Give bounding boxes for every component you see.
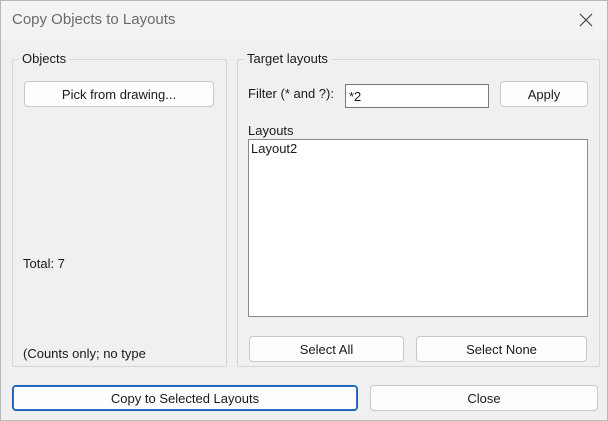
filter-input[interactable] xyxy=(345,84,489,108)
title-bar: Copy Objects to Layouts xyxy=(1,1,607,39)
select-none-button[interactable]: Select None xyxy=(416,336,587,362)
total-count-text: Total: 7 xyxy=(23,256,65,271)
filter-label: Filter (* and ?): xyxy=(248,86,334,101)
close-icon xyxy=(579,13,593,27)
counts-note-text: (Counts only; no type xyxy=(23,346,146,361)
apply-button[interactable]: Apply xyxy=(500,81,588,107)
pick-from-drawing-button[interactable]: Pick from drawing... xyxy=(24,81,214,107)
target-layouts-group-label: Target layouts xyxy=(244,51,331,67)
close-window-button[interactable] xyxy=(571,5,601,35)
dialog-window: Copy Objects to Layouts Objects Pick fro… xyxy=(0,0,608,421)
target-layouts-group: Target layouts Filter (* and ?): Apply L… xyxy=(237,51,600,367)
select-all-button[interactable]: Select All xyxy=(249,336,404,362)
layouts-listbox[interactable]: Layout2 xyxy=(248,139,588,317)
close-button[interactable]: Close xyxy=(370,385,598,411)
objects-group-label: Objects xyxy=(19,51,70,67)
copy-to-selected-layouts-button[interactable]: Copy to Selected Layouts xyxy=(12,385,358,411)
list-item[interactable]: Layout2 xyxy=(249,140,587,158)
window-title: Copy Objects to Layouts xyxy=(12,11,176,28)
objects-group: Objects Pick from drawing... Total: 7 (C… xyxy=(12,51,227,367)
layouts-label: Layouts xyxy=(248,123,294,138)
